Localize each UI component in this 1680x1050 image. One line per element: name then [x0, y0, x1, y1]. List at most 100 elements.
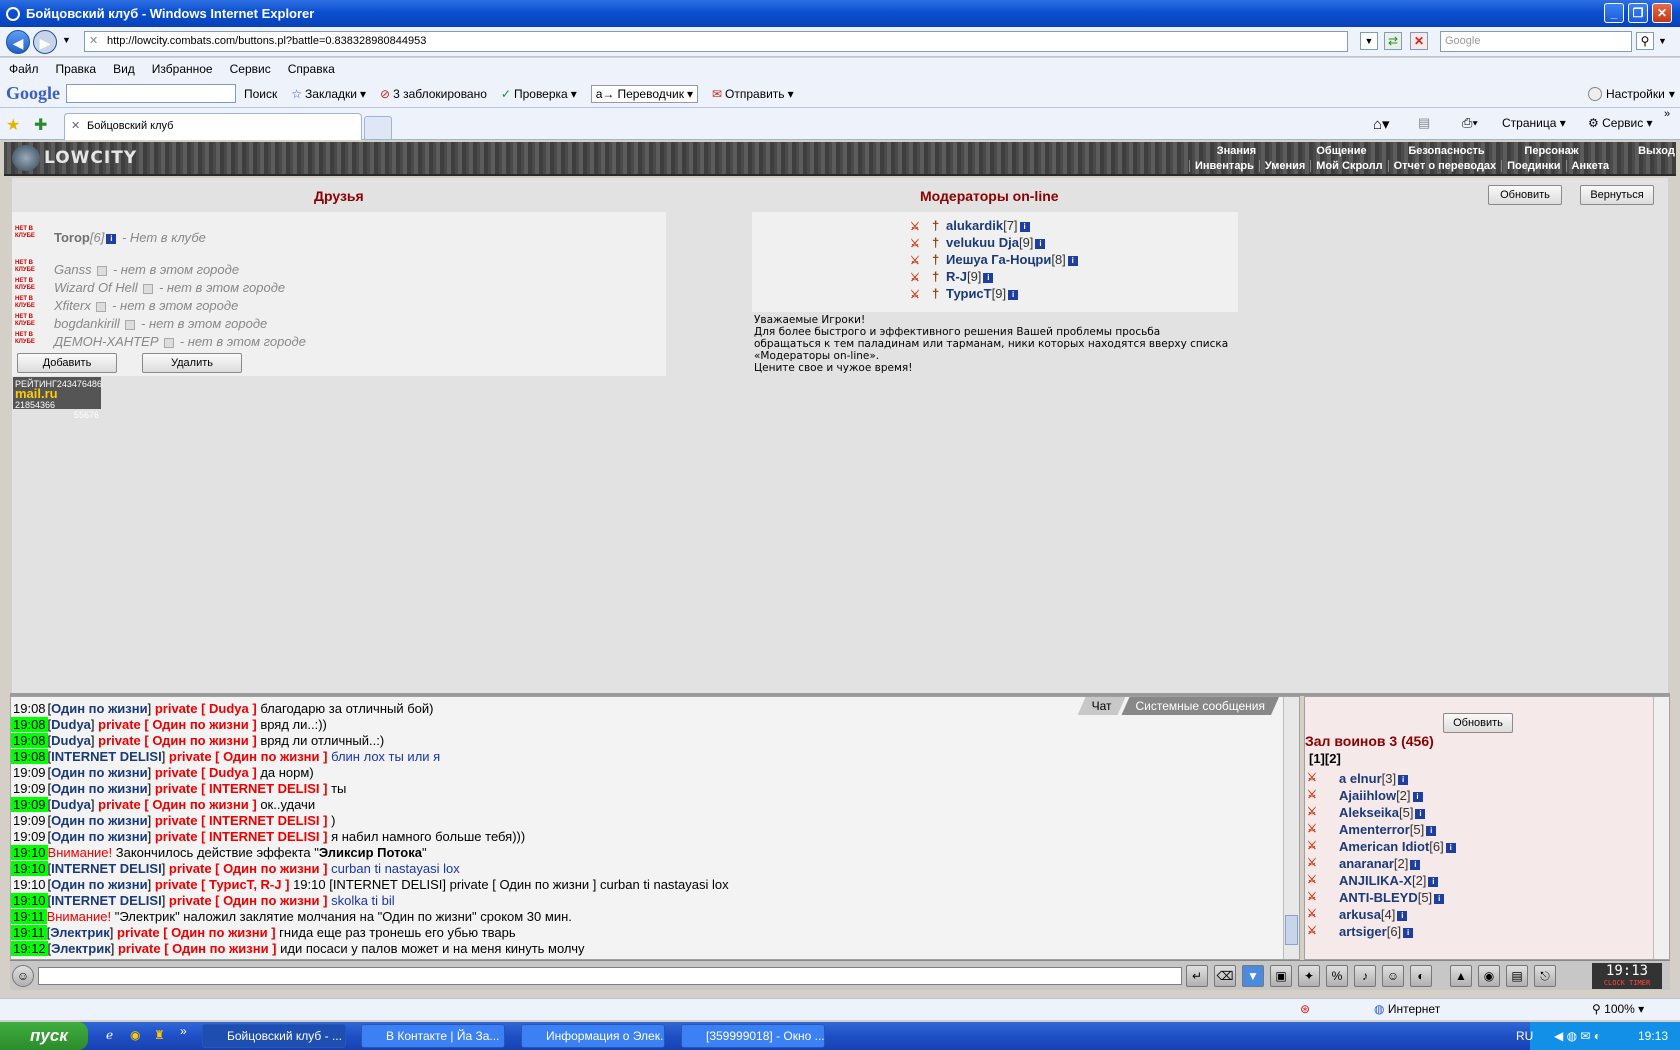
tray-icons[interactable]: ◀ ◍ ✉ ◐	[1554, 1022, 1601, 1050]
menu-edit[interactable]: Правка	[56, 62, 97, 76]
nav-knowledge[interactable]: Знания	[1184, 145, 1289, 157]
refresh-button[interactable]: Обновить	[1488, 185, 1562, 205]
info-icon[interactable]: i	[1398, 774, 1409, 785]
message-sender[interactable]: Один по жизни	[51, 765, 147, 780]
fight-status-icon[interactable]: ⚔	[1307, 839, 1329, 853]
private-recipient[interactable]: private [ Один по жизни ]	[117, 925, 276, 940]
tab-system-messages[interactable]: Системные сообщения	[1121, 697, 1279, 715]
google-search-button[interactable]: Поиск	[244, 87, 277, 101]
nav-communication[interactable]: Общение	[1289, 145, 1394, 157]
info-icon[interactable]: i	[1415, 808, 1426, 819]
fight-status-icon[interactable]: ⚔	[1307, 856, 1329, 870]
maximize-button[interactable]: ❐	[1628, 3, 1648, 23]
private-recipient[interactable]: private [ INTERNET DELISI ]	[155, 813, 328, 828]
private-recipient[interactable]: private [ Один по жизни ]	[98, 797, 257, 812]
message-sender[interactable]: Один по жизни	[51, 829, 147, 844]
settings-button[interactable]: Настройки ▾	[1588, 86, 1675, 101]
add-favorites-icon[interactable]: ✚	[34, 115, 47, 135]
player-item[interactable]: American Idiot[6] i	[1339, 839, 1458, 854]
menu-favorites[interactable]: Избранное	[152, 62, 213, 76]
info-icon[interactable]: i	[1412, 791, 1423, 802]
zoom-level[interactable]: ⚲ 100% ▾	[1592, 1002, 1644, 1016]
nav-exit[interactable]: Выход	[1604, 145, 1680, 157]
nav-duels[interactable]: Поединки	[1501, 160, 1565, 172]
info-icon[interactable]: i	[1434, 893, 1445, 904]
private-recipient[interactable]: private [ INTERNET DELISI ]	[155, 781, 328, 796]
taskbar-item[interactable]: [359999018] - Окно ...	[681, 1024, 825, 1048]
nav-transfer-report[interactable]: Отчет о переводах	[1387, 160, 1502, 172]
friend-item[interactable]: bogdankirill - нет в этом городе	[54, 316, 267, 331]
chat-settings-icon[interactable]: ◐	[1410, 965, 1432, 987]
message-sender[interactable]: Один по жизни	[51, 813, 147, 828]
chat-input[interactable]	[38, 967, 1182, 985]
filter-icon[interactable]: ▼	[1242, 965, 1264, 987]
scroll-thumb[interactable]	[1285, 915, 1298, 945]
player-item[interactable]: ANJILIKA-X[2] i	[1339, 873, 1440, 888]
friend-item[interactable]: Xfiterx - нет в этом городе	[54, 298, 238, 313]
player-item[interactable]: arkusa[4] i	[1339, 907, 1409, 922]
private-recipient[interactable]: private [ Один по жизни ]	[169, 749, 328, 764]
friend-item[interactable]: ДЕМОН-ХАНТЕР - нет в этом городе	[54, 334, 306, 349]
player-item[interactable]: a elnur[3] i	[1339, 771, 1410, 786]
refresh-players-button[interactable]: Обновить	[1443, 713, 1513, 733]
info-icon[interactable]: i	[1426, 825, 1437, 836]
skills-icon[interactable]: ✦	[1298, 965, 1320, 987]
player-item[interactable]: Ajaiihlow[2] i	[1339, 788, 1425, 803]
chevron-more-icon[interactable]: »	[1664, 108, 1670, 120]
sound-icon[interactable]: ♪	[1354, 965, 1376, 987]
fight-status-icon[interactable]: ⚔	[1307, 771, 1329, 785]
fight-status-icon[interactable]: ⚔	[1307, 805, 1329, 819]
close-button[interactable]: ✕	[1652, 3, 1672, 23]
moderator-item[interactable]: ⚔ † Иешуа Га-Ноцри[8] i	[910, 252, 1080, 267]
translator-button[interactable]: a→ Переводчик ▾	[590, 84, 698, 103]
start-button[interactable]: пуск	[0, 1022, 88, 1050]
add-friend-button[interactable]: Добавить	[17, 353, 117, 373]
taskbar-item[interactable]: Бойцовский клуб - ...	[202, 1024, 346, 1048]
minimize-button[interactable]: _	[1604, 3, 1624, 23]
message-sender[interactable]: Один по жизни	[51, 877, 147, 892]
clear-icon[interactable]: ⌫	[1214, 965, 1236, 987]
info-icon[interactable]: i	[1397, 910, 1408, 921]
players-scrollbar[interactable]	[1653, 697, 1669, 959]
friend-item[interactable]: Torop[6] i - Нет в клубе	[54, 230, 206, 245]
message-sender[interactable]: INTERNET DELISI	[51, 893, 162, 908]
forward-button[interactable]: ▶	[33, 30, 57, 54]
search-options-icon[interactable]: ▼	[1658, 36, 1667, 46]
message-sender[interactable]: Один по жизни	[51, 701, 147, 716]
menu-file[interactable]: Файл	[9, 62, 39, 76]
fight-status-icon[interactable]: ⚔	[1307, 822, 1329, 836]
new-tab-button[interactable]	[364, 116, 392, 140]
spellcheck-button[interactable]: ✓ Проверка ▾	[501, 87, 577, 101]
tab-fight-club[interactable]: ✕ Бойцовский клуб	[64, 113, 362, 140]
taskbar-item[interactable]: Информация о Элек...	[521, 1024, 665, 1048]
bag-icon[interactable]: ▲	[1450, 965, 1472, 987]
player-item[interactable]: ANTI-BLEYD[5] i	[1339, 890, 1446, 905]
private-recipient[interactable]: private [ INTERNET DELISI ]	[155, 829, 328, 844]
tab-chat[interactable]: Чат	[1078, 697, 1126, 715]
menu-tools[interactable]: Сервис	[230, 62, 271, 76]
info-icon[interactable]: i	[1410, 859, 1421, 870]
fight-status-icon[interactable]: ⚔	[1307, 873, 1329, 887]
player-item[interactable]: anaranar[2] i	[1339, 856, 1422, 871]
menu-help[interactable]: Справка	[288, 62, 335, 76]
feeds-icon[interactable]: ▤	[1418, 115, 1430, 131]
print-icon[interactable]: ⎙▾	[1462, 115, 1478, 131]
google-search-input[interactable]	[66, 84, 236, 103]
app-quicklaunch-icon[interactable]: ♜	[154, 1028, 165, 1042]
back-game-button[interactable]: Вернуться	[1580, 185, 1654, 205]
map-icon[interactable]: ◉	[1478, 965, 1500, 987]
message-sender[interactable]: Один по жизни	[51, 781, 147, 796]
private-recipient[interactable]: private [ Один по жизни ]	[98, 733, 257, 748]
pagination[interactable]: [1][2]	[1309, 751, 1341, 766]
taskbar-item[interactable]: В Контакте | Йа За...	[361, 1024, 505, 1048]
language-indicator[interactable]: RU	[1516, 1022, 1533, 1050]
moderator-item[interactable]: ⚔ † R-J[9] i	[910, 269, 995, 284]
smileys-icon[interactable]: ☺	[1382, 965, 1404, 987]
message-sender[interactable]: INTERNET DELISI	[51, 861, 162, 876]
exit-icon[interactable]: ⎋	[1534, 965, 1556, 987]
home-icon[interactable]: ⌂▾	[1373, 115, 1390, 133]
send-message-icon[interactable]: ↵	[1186, 965, 1208, 987]
nav-security[interactable]: Безопасность	[1394, 145, 1499, 157]
fight-status-icon[interactable]: ⚔	[1307, 788, 1329, 802]
private-recipient[interactable]: private [ Dudya ]	[155, 701, 257, 716]
